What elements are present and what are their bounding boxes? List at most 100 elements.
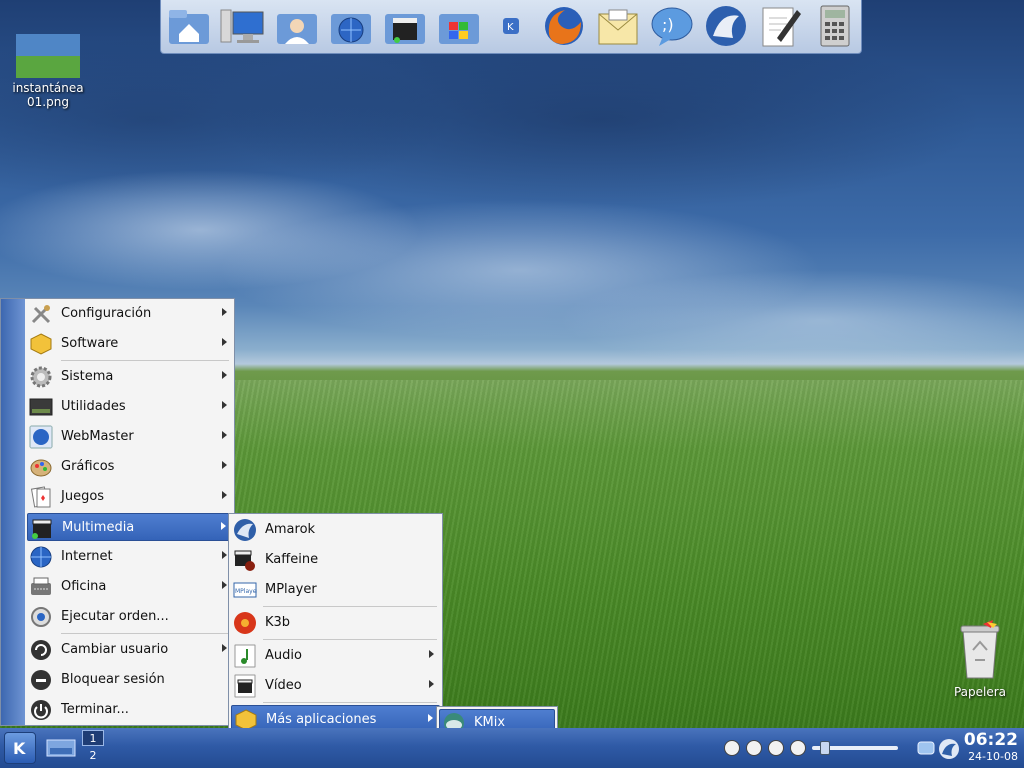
network-folder-icon[interactable]	[327, 4, 373, 48]
desktop-pager-1[interactable]: 1	[82, 730, 104, 746]
menu-item-webmaster[interactable]: WebMaster	[27, 423, 233, 451]
user-folder-icon[interactable]	[273, 4, 319, 48]
submenu-arrow-icon	[429, 650, 434, 658]
text-editor-icon[interactable]	[757, 4, 803, 48]
kmix-tray-icon[interactable]	[916, 738, 936, 758]
svg-text:K: K	[13, 739, 26, 758]
submenu-arrow-icon	[222, 491, 227, 499]
menu-item-label: Configuración	[61, 306, 152, 321]
menu-item-label: Multimedia	[62, 520, 135, 535]
menu-item-software[interactable]: Software	[27, 330, 233, 358]
menu-item-label: Juegos	[61, 489, 105, 504]
submenu-arrow-icon	[222, 581, 227, 589]
computer-icon[interactable]	[219, 4, 265, 48]
menu-item-label: K3b	[265, 615, 291, 630]
menu-item-mplayer[interactable]: MPlayer MPlayer	[231, 576, 440, 604]
stop-icon[interactable]	[768, 740, 784, 756]
quick-launch-panel: K ;)	[160, 0, 862, 54]
mplayer-icon: MPlayer	[233, 582, 257, 598]
menu-separator	[61, 633, 229, 634]
menu-item-label: Software	[61, 336, 119, 351]
firefox-icon[interactable]	[541, 4, 587, 48]
calculator-icon[interactable]	[811, 4, 857, 48]
messenger-icon[interactable]: ;)	[649, 4, 695, 48]
menu-item-internet[interactable]: Internet	[27, 543, 233, 571]
menu-item-label: Oficina	[61, 579, 107, 594]
show-desktop-button[interactable]	[46, 738, 76, 758]
submenu-arrow-icon	[222, 431, 227, 439]
menu-separator	[263, 606, 437, 607]
menu-item-multimedia[interactable]: Multimedia	[27, 513, 233, 541]
kopete-tray-icon[interactable]	[938, 738, 960, 760]
previous-track-icon[interactable]	[724, 740, 740, 756]
gear-icon	[30, 366, 52, 388]
svg-text:MPlayer: MPlayer	[235, 588, 257, 595]
k3b-icon	[234, 612, 256, 634]
package-icon	[30, 333, 52, 355]
screenshot-file-icon[interactable]: instantánea 01.png	[4, 34, 92, 109]
palette-icon	[30, 459, 52, 477]
k-menu-button[interactable]: K	[4, 732, 36, 764]
menu-item-oficina[interactable]: Oficina	[27, 573, 233, 601]
k-menu-side-banner	[1, 299, 25, 725]
menu-item-label: Cambiar usuario	[61, 642, 169, 657]
kde-icon[interactable]: K	[499, 4, 523, 48]
kopete-icon[interactable]	[703, 4, 749, 48]
submenu-arrow-icon	[222, 338, 227, 346]
menu-item-label: Internet	[61, 549, 113, 564]
volume-slider[interactable]	[812, 741, 898, 755]
menu-item-sistema[interactable]: Sistema	[27, 363, 233, 391]
menu-separator	[263, 702, 437, 703]
menu-item-video[interactable]: Vídeo	[231, 672, 440, 700]
music-note-icon	[234, 644, 256, 668]
globe-icon	[30, 546, 52, 568]
menu-item-label: Utilidades	[61, 399, 126, 414]
menu-item-label: Bloquear sesión	[61, 672, 165, 687]
submenu-arrow-icon	[222, 644, 227, 652]
terminal-icon	[29, 398, 53, 416]
menu-item-label: Gráficos	[61, 459, 115, 474]
desktop-pager-2[interactable]: 2	[82, 748, 104, 764]
submenu-arrow-icon	[222, 461, 227, 469]
menu-item-amarok[interactable]: Amarok	[231, 516, 440, 544]
kaffeine-icon	[234, 550, 255, 571]
menu-item-label: Sistema	[61, 369, 114, 384]
menu-separator	[61, 360, 229, 361]
next-track-icon[interactable]	[790, 740, 806, 756]
volume-slider-handle[interactable]	[820, 741, 830, 755]
menu-item-graficos[interactable]: Gráficos	[27, 453, 233, 481]
kde-logo-icon: K	[13, 739, 26, 758]
submenu-arrow-icon	[428, 714, 433, 722]
menu-item-juegos[interactable]: Juegos	[27, 483, 233, 511]
submenu-arrow-icon	[429, 680, 434, 688]
k-menu: Configuración Software Sistema Utilidade…	[0, 298, 235, 726]
menu-item-cambiar-usuario[interactable]: Cambiar usuario	[27, 636, 233, 664]
menu-item-label: Más aplicaciones	[266, 712, 377, 727]
menu-item-configuracion[interactable]: Configuración	[27, 300, 233, 328]
amarok-icon	[234, 519, 256, 541]
menu-item-label: WebMaster	[61, 429, 134, 444]
pause-icon[interactable]	[746, 740, 762, 756]
submenu-arrow-icon	[222, 551, 227, 559]
clock-time: 06:22	[963, 730, 1018, 750]
menu-item-label: Audio	[265, 648, 302, 663]
menu-item-label: Vídeo	[265, 678, 302, 693]
windows-folder-icon[interactable]	[435, 4, 481, 48]
menu-item-kaffeine[interactable]: Kaffeine	[231, 546, 440, 574]
multimedia-folder-icon[interactable]	[381, 4, 427, 48]
trash-desktop-icon[interactable]: Papelera	[944, 620, 1016, 699]
menu-item-terminar[interactable]: Terminar...	[27, 696, 233, 724]
menu-item-label: Amarok	[265, 522, 316, 537]
menu-item-utilidades[interactable]: Utilidades	[27, 393, 233, 421]
menu-separator	[263, 639, 437, 640]
menu-item-k3b[interactable]: K3b	[231, 609, 440, 637]
home-folder-icon[interactable]	[165, 4, 211, 48]
mail-icon[interactable]	[595, 4, 641, 48]
submenu-arrow-icon	[222, 308, 227, 316]
menu-item-audio[interactable]: Audio	[231, 642, 440, 670]
menu-item-bloquear-sesion[interactable]: Bloquear sesión	[27, 666, 233, 694]
submenu-arrow-icon	[222, 371, 227, 379]
clock[interactable]: 06:22 24-10-08	[964, 730, 1018, 764]
menu-item-ejecutar-orden[interactable]: Ejecutar orden...	[27, 603, 233, 631]
screenshot-file-label: instantánea 01.png	[12, 81, 84, 109]
